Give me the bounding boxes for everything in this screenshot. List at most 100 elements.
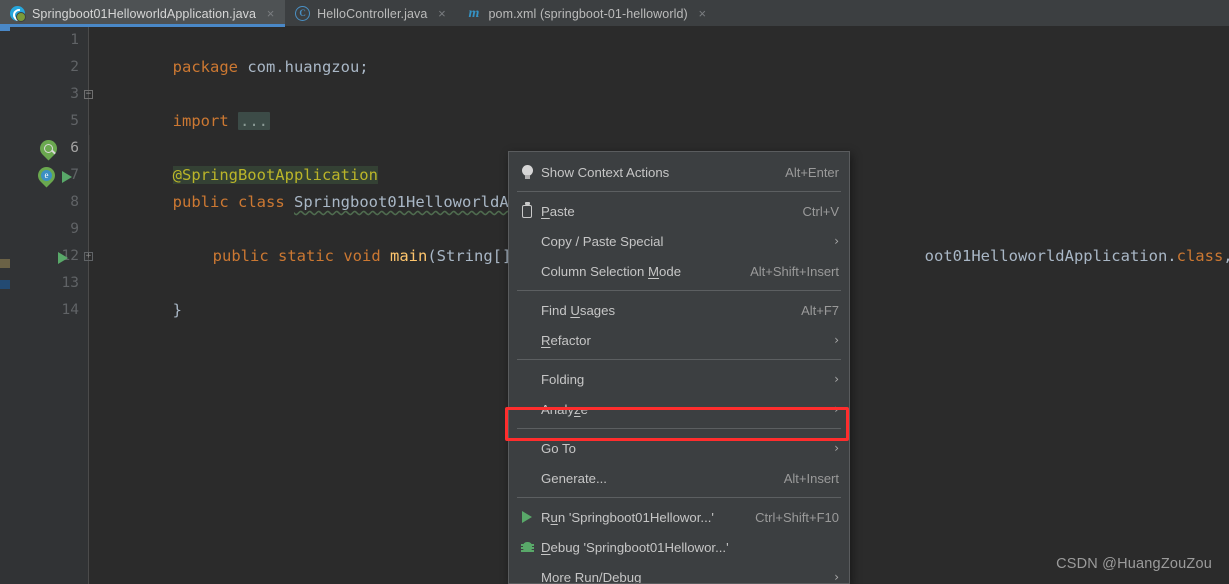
menu-item-label: Copy / Paste Special [541, 233, 664, 249]
tab-close-icon[interactable]: × [436, 7, 447, 20]
line-number: 14 [61, 302, 79, 318]
menu-item-shortcut: Alt+Insert [783, 470, 839, 486]
menu-item-shortcut: Ctrl+Shift+F10 [755, 509, 839, 525]
tab-hellocontroller[interactable]: C HelloController.java × [285, 0, 456, 27]
editor-tab-bar: Springboot01HelloworldApplication.java ×… [0, 0, 1229, 27]
line-number: 12 [61, 248, 79, 264]
package-name: com.huangzou; [237, 58, 369, 76]
keyword-public: public [212, 247, 269, 265]
tab-springboot01helloworldapplication[interactable]: Springboot01HelloworldApplication.java × [0, 0, 286, 27]
code-line-9-tail: oot01HelloworldApplication.class, args) [850, 216, 1229, 265]
debug-icon [517, 537, 537, 557]
maven-pom-icon: m [468, 5, 480, 21]
menu-item-more-run-debug[interactable]: More Run/Debug › [509, 562, 849, 584]
line-number: 13 [61, 275, 79, 291]
keyword-package: package [172, 58, 238, 76]
line-number: 1 [70, 32, 79, 48]
run-gutter-icon-line7[interactable] [62, 171, 72, 183]
keyword-import: import [172, 112, 229, 130]
keyword-public: public [172, 193, 229, 211]
menu-item-shortcut: Ctrl+V [802, 203, 839, 219]
run-icon [517, 507, 537, 527]
no-icon [517, 567, 537, 583]
idea-window: Springboot01HelloworldApplication.java ×… [0, 0, 1229, 584]
menu-item-run-application[interactable]: Run 'Springboot01Hellowor...' Ctrl+Shift… [509, 502, 849, 532]
no-icon [517, 369, 537, 389]
method-name-main: main [390, 247, 428, 265]
no-icon [517, 399, 537, 419]
watermark-text: CSDN @HuangZouZou [1056, 556, 1212, 572]
chevron-right-icon: › [834, 402, 839, 416]
closing-brace: } [172, 301, 182, 319]
menu-item-generate[interactable]: Generate... Alt+Insert [509, 463, 849, 493]
lightbulb-icon [517, 162, 537, 182]
menu-item-label: More Run/Debug [541, 569, 642, 584]
editor-gutter[interactable]: 1 2 3 5 6 7 8 9 12 13 14 e [10, 27, 89, 584]
tab-label: HelloController.java [317, 6, 428, 21]
line-number: 5 [70, 113, 79, 129]
tab-label: pom.xml (springboot-01-helloworld) [488, 6, 688, 21]
fold-expand-icon-main[interactable]: + [84, 252, 93, 261]
no-icon [517, 330, 537, 350]
menu-item-label: Show Context Actions [541, 164, 670, 180]
menu-item-refactor[interactable]: Refactor › [509, 325, 849, 355]
chevron-right-icon: › [834, 333, 839, 347]
menu-item-shortcut: Alt+Shift+Insert [750, 263, 839, 279]
run-argument-classref: oot01HelloworldApplication. [924, 247, 1177, 265]
menu-separator [517, 191, 841, 192]
menu-item-shortcut: Alt+Enter [785, 164, 839, 180]
no-icon [517, 231, 537, 251]
keyword-static: static [278, 247, 334, 265]
tab-pom-xml[interactable]: m pom.xml (springboot-01-helloworld) × [456, 0, 716, 27]
menu-item-go-to[interactable]: Go To › [509, 433, 849, 463]
menu-item-find-usages[interactable]: Find Usages Alt+F7 [509, 295, 849, 325]
menu-item-label: Go To [541, 440, 576, 456]
no-icon [517, 438, 537, 458]
menu-item-label: Folding [541, 371, 585, 387]
menu-item-label: Analyze [541, 401, 588, 417]
menu-separator [517, 428, 841, 429]
editor-context-menu[interactable]: Show Context Actions Alt+Enter PPasteast… [508, 151, 850, 584]
code-line-7: public class Springboot01HelloworldAppli… [98, 162, 556, 211]
menu-item-column-selection-mode[interactable]: Column Selection Mode Alt+Shift+Insert [509, 256, 849, 286]
menu-separator [517, 290, 841, 291]
chevron-right-icon: › [834, 441, 839, 455]
code-line-13: } [98, 270, 182, 319]
menu-item-debug-application[interactable]: Debug 'Springboot01Hellowor...' [509, 532, 849, 562]
menu-separator [517, 497, 841, 498]
menu-item-label: Run 'Springboot01Hellowor...' [541, 509, 714, 525]
menu-item-label: Find Usages [541, 302, 616, 318]
tab-close-icon[interactable]: × [265, 7, 276, 20]
menu-item-label: Generate... [541, 470, 607, 486]
line-number: 9 [70, 221, 79, 237]
no-icon [517, 300, 537, 320]
keyword-class: class [238, 193, 285, 211]
menu-separator [517, 359, 841, 360]
menu-item-folding[interactable]: Folding › [509, 364, 849, 394]
clipboard-icon [517, 201, 537, 221]
run-gutter-icon-line9[interactable] [58, 252, 68, 264]
menu-item-show-context-actions[interactable]: Show Context Actions Alt+Enter [509, 157, 849, 187]
code-line-1: package com.huangzou; [98, 27, 369, 76]
code-line-9: public static void main(String[] args [138, 216, 558, 265]
menu-item-analyze[interactable]: Analyze › [509, 394, 849, 424]
chevron-right-icon: › [834, 372, 839, 386]
tab-close-icon[interactable]: × [697, 7, 708, 20]
fold-collapse-icon-import[interactable]: − [84, 90, 93, 99]
java-class-icon: C [295, 6, 311, 21]
spring-boot-class-icon [10, 6, 26, 22]
menu-item-shortcut: Alt+F7 [801, 302, 839, 318]
folded-imports-placeholder[interactable]: ... [238, 112, 270, 130]
menu-item-label: Debug 'Springboot01Hellowor...' [541, 539, 729, 555]
keyword-class-literal: class [1176, 247, 1224, 265]
code-line-3: import ... [98, 81, 270, 130]
menu-item-paste[interactable]: PPasteaste Ctrl+V [509, 196, 849, 226]
menu-item-copy-paste-special[interactable]: Copy / Paste Special › [509, 226, 849, 256]
line-number: 2 [70, 59, 79, 75]
no-icon [517, 261, 537, 281]
line-number: 8 [70, 194, 79, 210]
chevron-right-icon: › [834, 234, 839, 248]
line-number: 3 [70, 86, 79, 102]
menu-item-label: Column Selection Mode [541, 263, 682, 279]
run-argument-args: , args) [1223, 247, 1229, 265]
